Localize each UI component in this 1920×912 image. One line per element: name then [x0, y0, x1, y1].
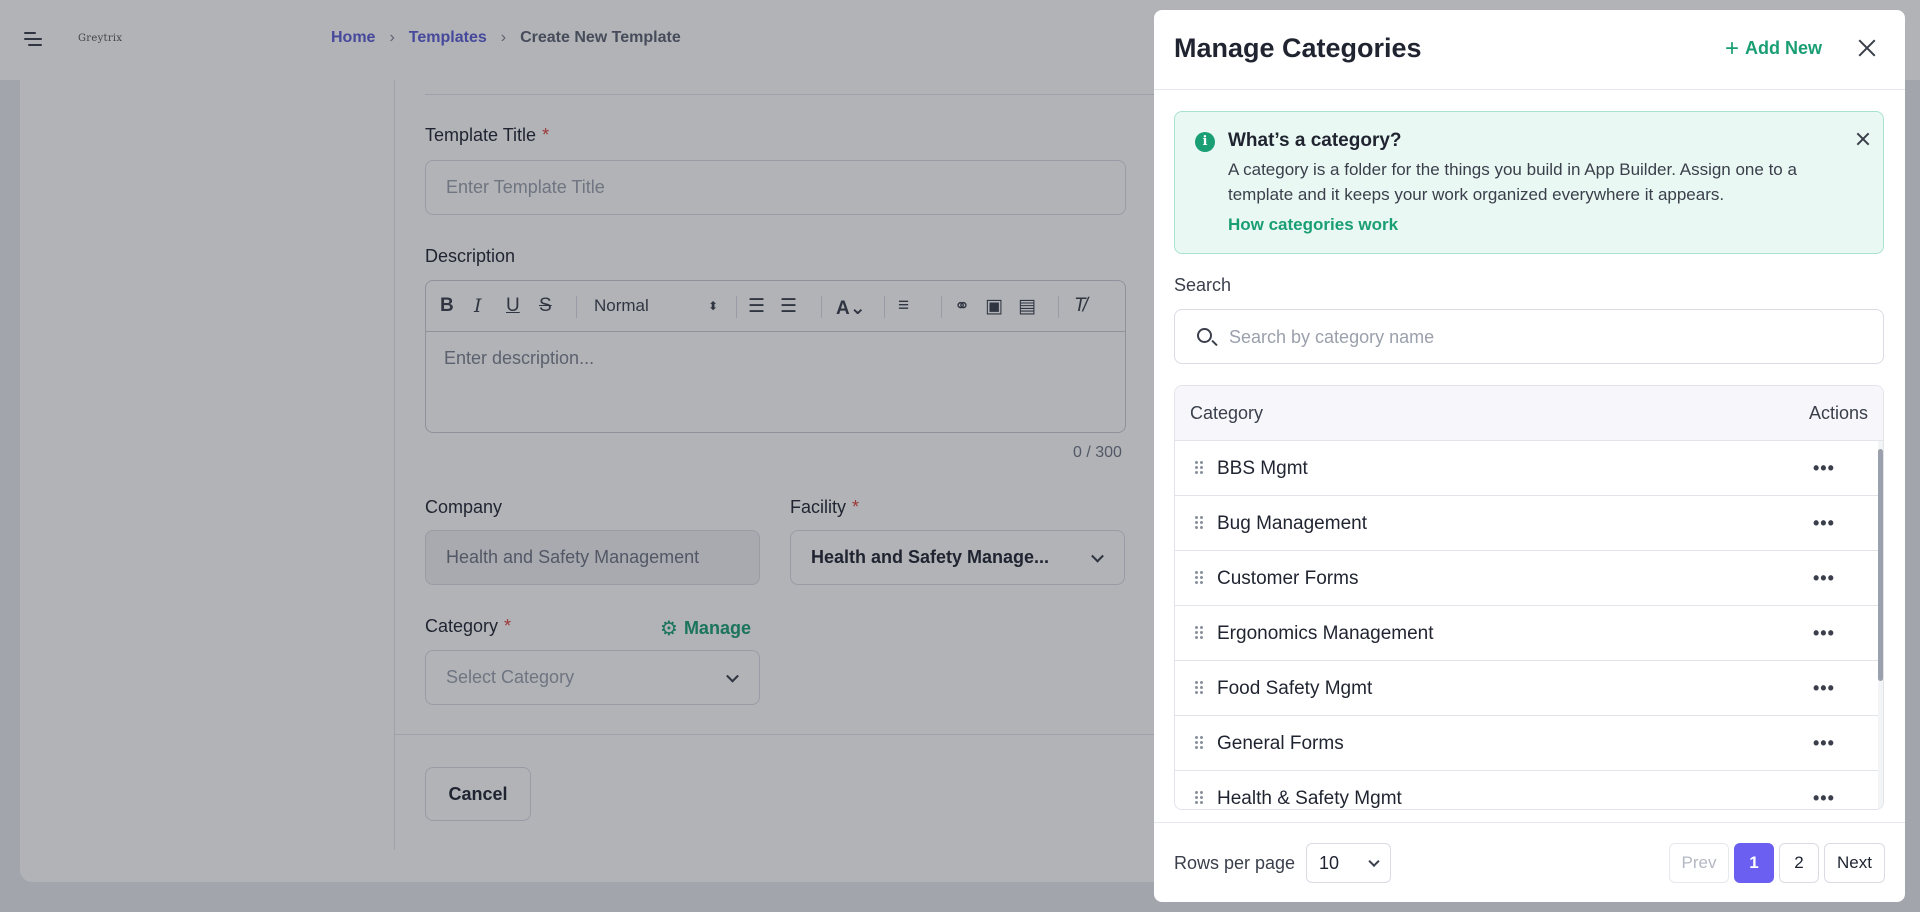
info-text: A category is a folder for the things yo… [1228, 160, 1797, 204]
table-row: Ergonomics Management ••• [1175, 606, 1880, 661]
modal-header: Manage Categories + Add New [1154, 10, 1905, 90]
table-row: Health & Safety Mgmt ••• [1175, 771, 1880, 809]
modal-title: Manage Categories [1174, 33, 1422, 63]
more-horizontal-icon[interactable]: ••• [1813, 458, 1835, 479]
drag-handle-icon[interactable] [1195, 791, 1203, 805]
drag-handle-icon[interactable] [1195, 626, 1203, 640]
search-field[interactable] [1174, 309, 1884, 364]
info-banner: i What’s a category? A category is a fol… [1174, 111, 1884, 254]
drag-handle-icon[interactable] [1195, 461, 1203, 475]
search-input[interactable] [1229, 324, 1849, 350]
page-2-button[interactable]: 2 [1779, 843, 1819, 883]
more-horizontal-icon[interactable]: ••• [1813, 623, 1835, 644]
column-header-category: Category [1190, 403, 1264, 423]
info-title: What’s a category? [1228, 130, 1402, 151]
category-name: BBS Mgmt [1217, 458, 1308, 479]
drag-handle-icon[interactable] [1195, 571, 1203, 585]
next-page-button[interactable]: Next [1824, 843, 1885, 883]
plus-icon: + [1725, 34, 1740, 62]
category-name: Food Safety Mgmt [1217, 678, 1373, 699]
category-name: Customer Forms [1217, 568, 1359, 589]
drag-handle-icon[interactable] [1195, 736, 1203, 750]
column-header-actions: Actions [1808, 403, 1868, 423]
prev-page-button[interactable]: Prev [1669, 843, 1729, 883]
add-new-button[interactable]: + Add New [1725, 34, 1822, 62]
category-name: Health & Safety Mgmt [1217, 788, 1402, 809]
drag-handle-icon[interactable] [1195, 516, 1203, 530]
table-body: BBS Mgmt ••• Bug Management ••• Customer… [1175, 441, 1880, 809]
scrollbar-thumb[interactable] [1878, 449, 1883, 681]
category-name: General Forms [1217, 733, 1344, 754]
info-icon: i [1195, 132, 1215, 152]
table-row: General Forms ••• [1175, 716, 1880, 771]
chevron-down-icon [1368, 855, 1380, 868]
more-horizontal-icon[interactable]: ••• [1813, 568, 1835, 589]
close-icon[interactable] [1854, 35, 1880, 61]
page-1-button[interactable]: 1 [1734, 843, 1774, 883]
modal-footer: Rows per page 10 Prev 1 2 Next [1154, 822, 1905, 902]
rows-per-page-label: Rows per page [1174, 853, 1296, 873]
more-horizontal-icon[interactable]: ••• [1813, 788, 1835, 809]
more-horizontal-icon[interactable]: ••• [1813, 733, 1835, 754]
table-row: Bug Management ••• [1175, 496, 1880, 551]
how-categories-work-link[interactable]: How categories work [1228, 215, 1398, 235]
table-row: BBS Mgmt ••• [1175, 441, 1880, 496]
category-name: Bug Management [1217, 513, 1367, 534]
table-row: Food Safety Mgmt ••• [1175, 661, 1880, 716]
table-header: Category Actions [1175, 386, 1883, 441]
close-icon[interactable] [1853, 129, 1873, 149]
search-label: Search [1174, 275, 1232, 295]
drag-handle-icon[interactable] [1195, 681, 1203, 695]
category-name: Ergonomics Management [1217, 623, 1434, 644]
more-horizontal-icon[interactable]: ••• [1813, 678, 1835, 699]
search-icon [1197, 328, 1212, 343]
categories-table: Category Actions BBS Mgmt ••• Bug Manage… [1174, 385, 1884, 810]
manage-categories-modal: Manage Categories + Add New i What’s a ca… [1154, 10, 1905, 902]
table-row: Customer Forms ••• [1175, 551, 1880, 606]
rows-per-page-select[interactable]: 10 [1306, 843, 1391, 883]
more-horizontal-icon[interactable]: ••• [1813, 513, 1835, 534]
